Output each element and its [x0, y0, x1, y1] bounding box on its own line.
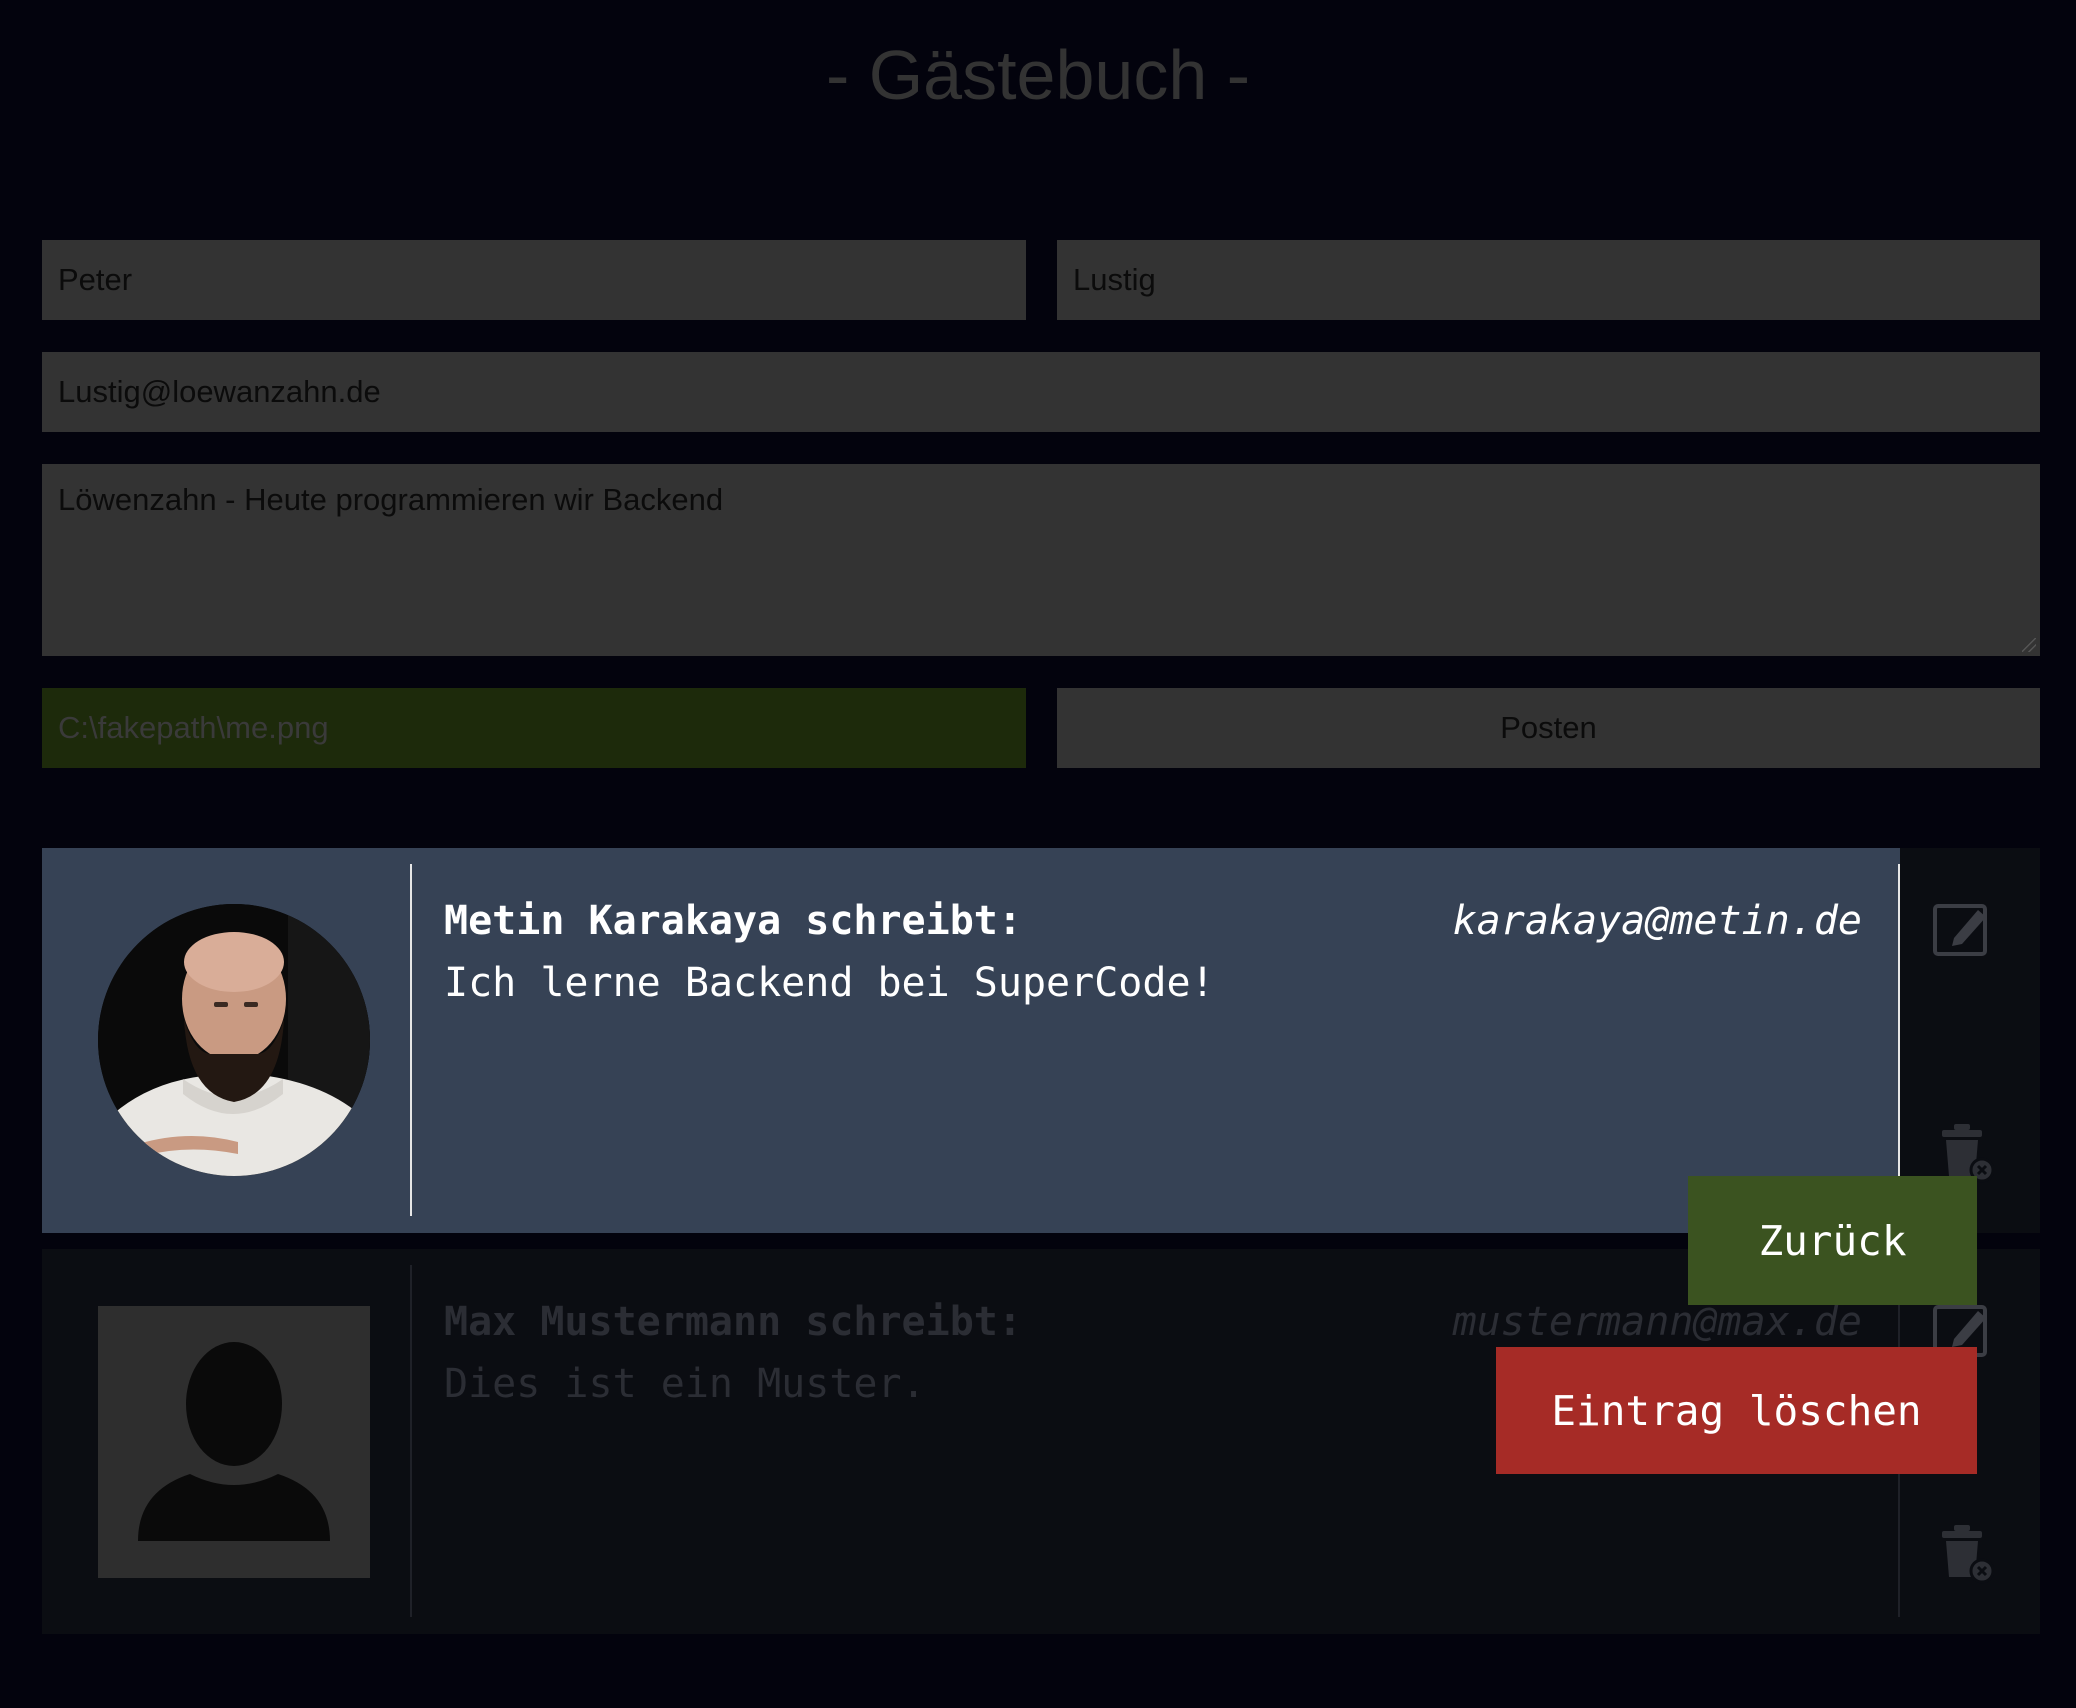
entry-message: Dies ist ein Muster. — [444, 1361, 926, 1407]
email-field[interactable]: Lustig@loewanzahn.de — [42, 352, 2040, 432]
message-textarea[interactable]: Löwenzahn - Heute programmieren wir Back… — [42, 464, 2040, 656]
post-button[interactable]: Posten — [1057, 688, 2040, 768]
edit-icon[interactable] — [1932, 900, 1990, 958]
person-photo-icon — [98, 904, 370, 1176]
trash-icon[interactable] — [1938, 1525, 1995, 1585]
entry-divider — [410, 1265, 412, 1617]
back-button[interactable]: Zurück — [1688, 1176, 1977, 1305]
avatar — [98, 1306, 370, 1578]
entry-author: Max Mustermann schreibt: — [444, 1299, 1022, 1345]
delete-entry-button[interactable]: Eintrag löschen — [1496, 1347, 1977, 1474]
entry-email: karakaya@metin.de — [1452, 898, 1862, 944]
resize-grip-icon[interactable] — [2022, 638, 2036, 652]
entry-divider — [410, 864, 412, 1216]
person-silhouette-icon — [98, 1306, 370, 1578]
last-name-field[interactable]: Lustig — [1057, 240, 2040, 320]
entry-message: Ich lerne Backend bei SuperCode! — [444, 960, 1215, 1006]
page-title: - Gästebuch - — [825, 36, 1251, 114]
trash-icon[interactable] — [1938, 1124, 1995, 1184]
first-name-field[interactable]: Peter — [42, 240, 1026, 320]
guestbook-page: - Gästebuch - Peter Lustig Lustig@loewan… — [0, 0, 2076, 1708]
file-input[interactable]: C:\fakepath\me.png — [42, 688, 1026, 768]
avatar — [98, 904, 370, 1176]
entry-author: Metin Karakaya schreibt: — [444, 898, 1022, 944]
entry-divider — [1898, 864, 1900, 1216]
message-text: Löwenzahn - Heute programmieren wir Back… — [58, 482, 724, 517]
